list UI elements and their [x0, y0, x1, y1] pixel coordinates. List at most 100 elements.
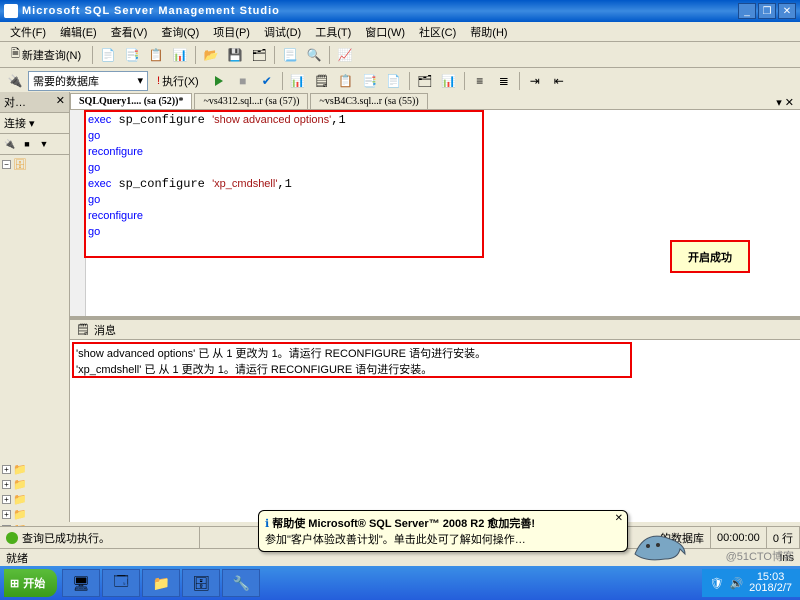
tb-icon-b[interactable]: 🔍 [303, 44, 325, 66]
task-icon-4[interactable]: 🗄 [182, 569, 220, 597]
tb-icon-4[interactable]: 📊 [169, 44, 191, 66]
info-icon: ℹ [265, 518, 269, 530]
status-success: 查询已成功执行。 [22, 530, 110, 546]
messages-pane[interactable]: 'show advanced options' 已 从 1 更改为 1。请运行 … [70, 340, 800, 522]
success-icon [6, 532, 18, 544]
tree-node[interactable]: +📁 [2, 477, 67, 492]
activity-icon[interactable]: 📈 [334, 44, 356, 66]
tab-close-icon[interactable]: ▾ ✕ [770, 96, 800, 109]
menu-debug[interactable]: 调试(D) [258, 22, 307, 42]
messages-label: 消息 [94, 322, 116, 338]
object-tree[interactable]: − 🗄 +📁 +📁 +📁 +📁 +📁 [0, 155, 69, 539]
status-rows: 0 行 [773, 530, 793, 546]
toolbar-query: 🔌 需要的数据库 ▾ ! 执行(X) ■ ✔ 📊 🗒 📋 📑 📄 🗂 📊 ≡ ≣… [0, 68, 800, 94]
toolbar-main: 🗎 新建查询(N) 📄 📑 📋 📊 📂 💾 🗂 📃 🔍 📈 [0, 42, 800, 68]
task-icon-2[interactable]: 🗔 [102, 569, 140, 597]
ex-icon-2[interactable]: ■ [19, 136, 35, 152]
panel-title: 对… [4, 94, 26, 110]
minimize-button[interactable]: _ [738, 3, 756, 19]
tree-node[interactable]: +📁 [2, 507, 67, 522]
connect-dropdown[interactable]: 连接 ▾ [0, 113, 69, 134]
tree-server-node[interactable]: − 🗄 [2, 157, 67, 172]
tree-node[interactable]: +📁 [2, 462, 67, 477]
outdent-icon[interactable]: ⇤ [548, 70, 570, 92]
tb-icon-2[interactable]: 📑 [121, 44, 143, 66]
debug-play-icon[interactable] [208, 70, 230, 92]
clock-date: 2018/2/7 [749, 583, 792, 594]
indent-icon[interactable]: ⇥ [524, 70, 546, 92]
tray-icon[interactable]: 🔊 [729, 577, 743, 590]
system-tray[interactable]: 🛡 🔊 15:03 2018/2/7 [702, 569, 800, 597]
start-button[interactable]: ⊞ 开始 [4, 569, 57, 597]
new-query-label: 新建查询(N) [22, 47, 81, 63]
new-query-button[interactable]: 🗎 新建查询(N) [4, 44, 88, 66]
uncomment-icon[interactable]: ≣ [493, 70, 515, 92]
open-icon[interactable]: 📂 [200, 44, 222, 66]
ex-icon-3[interactable]: ▼ [36, 136, 52, 152]
code-editor[interactable]: exec sp_configure 'show advanced options… [70, 110, 800, 320]
task-icon-3[interactable]: 📁 [142, 569, 180, 597]
restore-button[interactable]: ❐ [758, 3, 776, 19]
task-icon-1[interactable]: 🖥 [62, 569, 100, 597]
message-line: 'xp_cmdshell' 已 从 1 更改为 1。请运行 RECONFIGUR… [76, 362, 794, 378]
panel-close-icon[interactable]: ✕ [56, 94, 65, 110]
balloon-close-icon[interactable]: ✕ [615, 513, 623, 524]
tb2-f[interactable]: 🗂 [414, 70, 436, 92]
menu-view[interactable]: 查看(V) [105, 22, 154, 42]
saveall-icon[interactable]: 🗂 [248, 44, 270, 66]
menu-query[interactable]: 查询(Q) [155, 22, 205, 42]
editor-tabs: SQLQuery1.... (sa (52))* ~vs4312.sql...r… [70, 92, 800, 110]
stop-icon[interactable]: ■ [232, 70, 254, 92]
comment-icon[interactable]: ≡ [469, 70, 491, 92]
tb2-a[interactable]: 📊 [287, 70, 309, 92]
mascot-icon [630, 524, 690, 564]
menubar: 文件(F) 编辑(E) 查看(V) 查询(Q) 项目(P) 调试(D) 工具(T… [0, 22, 800, 42]
menu-help[interactable]: 帮助(H) [464, 22, 513, 42]
menu-tools[interactable]: 工具(T) [309, 22, 357, 42]
explorer-toolbar: 🔌 ■ ▼ [0, 134, 69, 155]
ex-icon-1[interactable]: 🔌 [2, 136, 18, 152]
tree-node[interactable]: +📁 [2, 492, 67, 507]
notification-balloon[interactable]: ✕ ℹ 帮助使 Microsoft® SQL Server™ 2008 R2 愈… [258, 510, 628, 552]
tb2-e[interactable]: 📄 [383, 70, 405, 92]
close-button[interactable]: ✕ [778, 3, 796, 19]
windows-logo-icon: ⊞ [10, 577, 19, 590]
new-query-icon: 🗎 [11, 45, 20, 64]
menu-project[interactable]: 项目(P) [207, 22, 256, 42]
tab-vsb4c3[interactable]: ~vsB4C3.sql...r (sa (55)) [310, 93, 427, 109]
editor-gutter [70, 110, 86, 316]
tb2-c[interactable]: 📋 [335, 70, 357, 92]
object-explorer: 对… ✕ 连接 ▾ 🔌 ■ ▼ − 🗄 +📁 +📁 +📁 +📁 +📁 [0, 92, 70, 522]
tb-icon-1[interactable]: 📄 [97, 44, 119, 66]
save-icon[interactable]: 💾 [224, 44, 246, 66]
ready-label: 就绪 [6, 550, 28, 566]
task-icon-5[interactable]: 🔧 [222, 569, 260, 597]
tray-icon[interactable]: 🛡 [710, 577, 724, 590]
menu-community[interactable]: 社区(C) [413, 22, 462, 42]
taskbar: ⊞ 开始 🖥 🗔 📁 🗄 🔧 🛡 🔊 15:03 2018/2/7 [0, 566, 800, 600]
parse-icon[interactable]: ✔ [256, 70, 278, 92]
connect-icon[interactable]: 🔌 [4, 70, 26, 92]
expand-icon[interactable]: − [2, 160, 11, 169]
message-line: 'show advanced options' 已 从 1 更改为 1。请运行 … [76, 346, 794, 362]
balloon-body: 参加"客户体验改善计划"。单击此处可了解如何操作… [265, 531, 607, 547]
execute-label: 执行(X) [162, 73, 199, 89]
menu-file[interactable]: 文件(F) [4, 22, 52, 42]
tb-icon-3[interactable]: 📋 [145, 44, 167, 66]
execute-bang-icon: ! [157, 75, 160, 87]
tb2-g[interactable]: 📊 [438, 70, 460, 92]
menu-window[interactable]: 窗口(W) [359, 22, 411, 42]
messages-tab[interactable]: 🗒 消息 [70, 320, 800, 340]
watermark: @51CTO博客 [726, 548, 794, 564]
success-callout: 开启成功 [670, 240, 750, 273]
tab-vs4312[interactable]: ~vs4312.sql...r (sa (57)) [194, 93, 308, 109]
tb2-b[interactable]: 🗒 [311, 70, 333, 92]
menu-edit[interactable]: 编辑(E) [54, 22, 103, 42]
database-selected: 需要的数据库 [33, 73, 99, 89]
database-combo[interactable]: 需要的数据库 ▾ [28, 71, 148, 91]
window-titlebar: Microsoft SQL Server Management Studio _… [0, 0, 800, 22]
execute-button[interactable]: ! 执行(X) [150, 70, 206, 92]
tab-sqlquery1[interactable]: SQLQuery1.... (sa (52))* [70, 93, 192, 109]
tb-icon-a[interactable]: 📃 [279, 44, 301, 66]
tb2-d[interactable]: 📑 [359, 70, 381, 92]
